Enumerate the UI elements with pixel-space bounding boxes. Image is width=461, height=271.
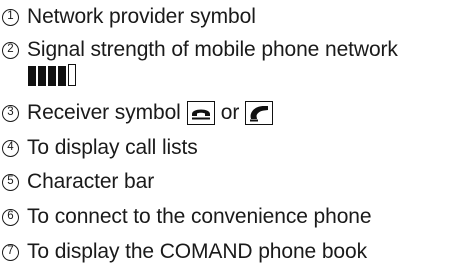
signal-strength-indicator [28, 64, 76, 86]
list-item: 6 To connect to the convenience phone [0, 205, 372, 229]
list-item: 2 Signal strength of mobile phone networ… [0, 38, 398, 62]
item-text: Signal strength of mobile phone network [27, 38, 398, 61]
item-number: 6 [2, 208, 19, 226]
list-item: 4 To display call lists [0, 136, 198, 160]
list-item: 5 Character bar [0, 170, 154, 194]
list-item: 1 Network provider symbol [0, 5, 256, 29]
or-text: or [220, 101, 240, 124]
item-number: 4 [2, 139, 19, 157]
item-text: To display call lists [27, 136, 198, 159]
receiver-down-icon [186, 101, 215, 125]
item-number: 2 [2, 41, 19, 59]
legend-list: 1 Network provider symbol 2 Signal stren… [0, 0, 461, 271]
item-number: 5 [2, 173, 19, 191]
item-number: 7 [2, 243, 19, 261]
signal-bars-icon [28, 64, 76, 86]
item-text: To display the COMAND phone book [27, 240, 367, 263]
item-text: Network provider symbol [27, 5, 256, 28]
item-number: 1 [2, 8, 19, 26]
signal-bar-filled [48, 66, 56, 86]
list-item: 7 To display the COMAND phone book [0, 240, 367, 264]
signal-bar-empty [68, 64, 76, 86]
signal-bar-filled [38, 66, 46, 86]
signal-bar-filled [28, 66, 36, 86]
signal-bar-filled [58, 66, 66, 86]
item-text: Receiver symbol [27, 101, 181, 124]
receiver-up-icon [245, 101, 274, 125]
item-text: To connect to the convenience phone [27, 205, 372, 228]
item-number: 3 [2, 104, 19, 122]
item-text: Character bar [27, 170, 155, 193]
list-item: 3 Receiver symbol or [0, 101, 279, 125]
